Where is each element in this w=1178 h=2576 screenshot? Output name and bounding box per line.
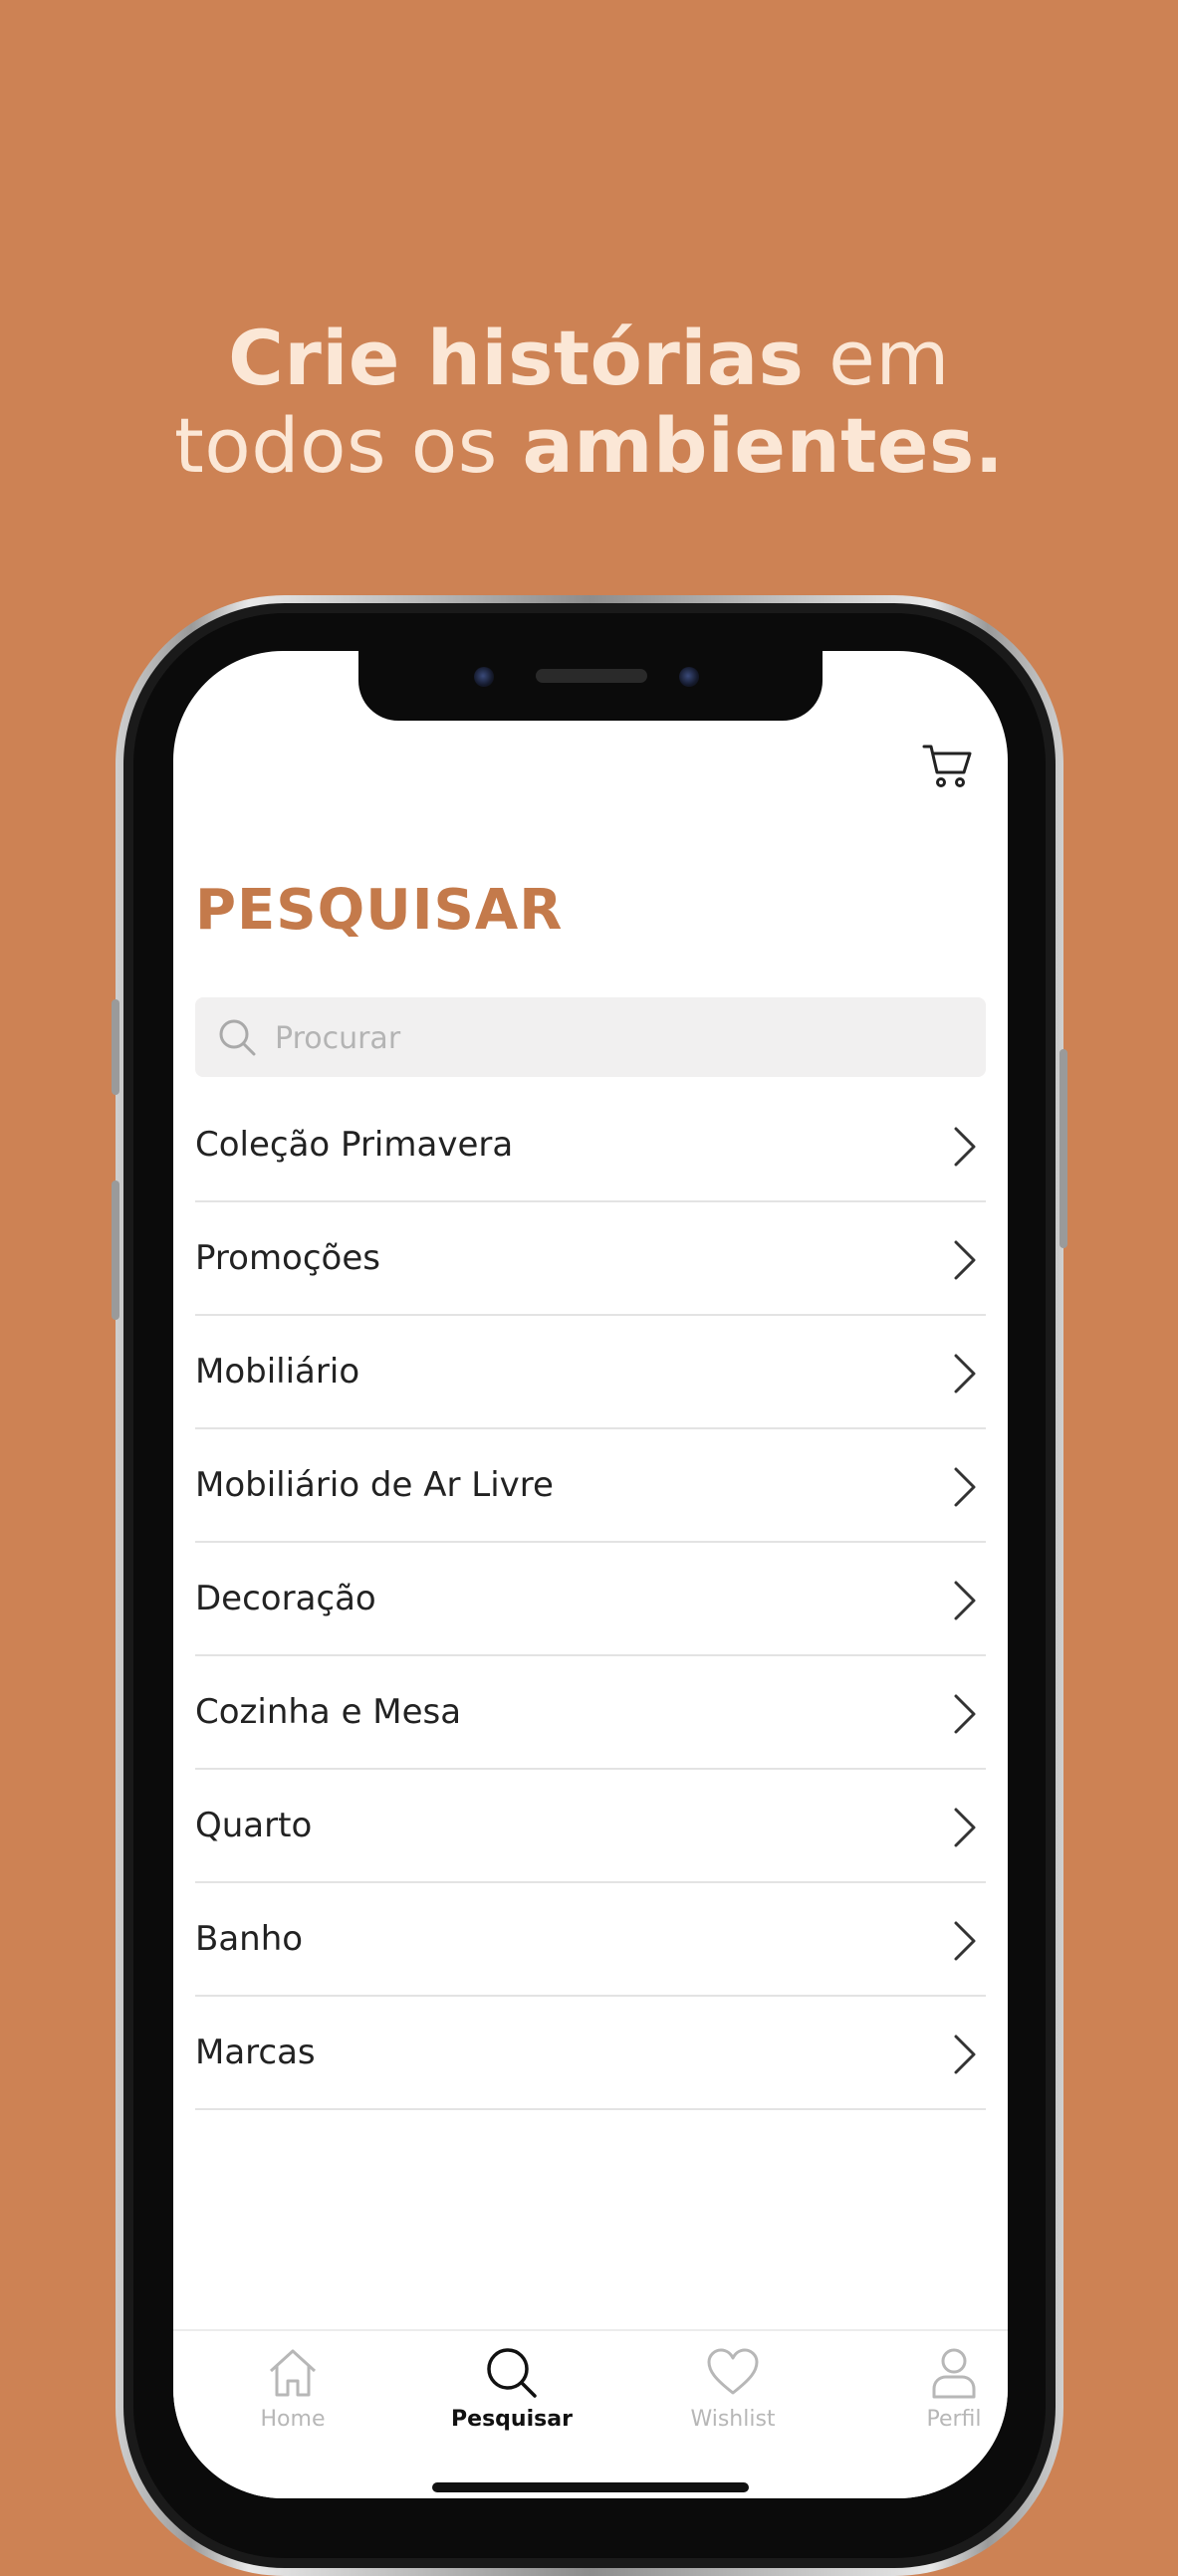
list-item-marcas[interactable]: Marcas	[195, 1997, 986, 2110]
tab-pesquisar[interactable]: Pesquisar	[422, 2345, 601, 2455]
home-indicator[interactable]	[432, 2482, 749, 2492]
category-list: Coleção Primavera Promoções Mobiliário M…	[195, 1089, 986, 2110]
promo-line-2-bold: ambientes.	[522, 401, 1005, 490]
list-item-quarto[interactable]: Quarto	[195, 1770, 986, 1883]
search-bar[interactable]	[195, 997, 986, 1079]
front-camera	[474, 667, 494, 687]
list-item-decoracao[interactable]: Decoração	[195, 1543, 986, 1656]
home-icon	[269, 2349, 317, 2397]
user-icon	[932, 2348, 976, 2399]
tab-perfil[interactable]: Perfil	[864, 2345, 1008, 2455]
earpiece-speaker	[536, 669, 647, 683]
phone-side-button-mute	[112, 999, 119, 1095]
list-item-label: Quarto	[195, 1806, 313, 1845]
list-item-label: Promoções	[195, 1238, 380, 1278]
chevron-right-icon	[954, 2035, 976, 2074]
search-icon	[487, 2348, 537, 2398]
list-item-label: Coleção Primavera	[195, 1125, 514, 1165]
phone-side-button-power	[1060, 1049, 1067, 1248]
tab-home-label: Home	[260, 2407, 326, 2432]
promo-line-1-bold: Crie histórias	[228, 314, 805, 402]
list-item-colecao-primavera[interactable]: Coleção Primavera	[195, 1089, 986, 1202]
phone-notch	[358, 651, 823, 721]
chevron-right-icon	[954, 1581, 976, 1620]
chevron-right-icon	[954, 1240, 976, 1280]
chevron-right-icon	[954, 1127, 976, 1167]
promo-headline: Crie histórias em todos os ambientes.	[0, 315, 1178, 490]
cart-icon	[922, 745, 972, 787]
search-input[interactable]	[273, 997, 964, 1079]
search-icon	[219, 1019, 256, 1056]
tab-wishlist[interactable]: Wishlist	[643, 2345, 823, 2455]
chevron-right-icon	[954, 1354, 976, 1394]
list-item-label: Decoração	[195, 1579, 376, 1618]
chevron-right-icon	[954, 1808, 976, 1847]
chevron-right-icon	[954, 1921, 976, 1961]
list-item-mobiliario[interactable]: Mobiliário	[195, 1316, 986, 1429]
list-item-label: Banho	[195, 1919, 304, 1959]
promo-line-2-light: todos os	[173, 401, 498, 490]
list-item-label: Mobiliário	[195, 1352, 360, 1392]
tab-wishlist-label: Wishlist	[690, 2407, 776, 2432]
promo-line-1: Crie histórias em	[0, 315, 1178, 402]
heart-icon	[707, 2348, 759, 2395]
list-item-banho[interactable]: Banho	[195, 1883, 986, 1997]
list-item-mobiliario-ar-livre[interactable]: Mobiliário de Ar Livre	[195, 1429, 986, 1543]
list-item-cozinha-e-mesa[interactable]: Cozinha e Mesa	[195, 1656, 986, 1770]
tab-bar: Home Pesquisar Wishlist Perfil	[173, 2329, 1008, 2498]
phone-screen: PESQUISAR Coleção Primavera Promoções Mo…	[173, 651, 1008, 2498]
list-item-label: Marcas	[195, 2033, 316, 2072]
chevron-right-icon	[954, 1467, 976, 1507]
list-item-label: Mobiliário de Ar Livre	[195, 1465, 554, 1505]
tab-home[interactable]: Home	[203, 2345, 382, 2455]
list-item-promocoes[interactable]: Promoções	[195, 1202, 986, 1316]
tab-perfil-label: Perfil	[926, 2407, 982, 2432]
chevron-right-icon	[954, 1694, 976, 1734]
page-title: PESQUISAR	[195, 878, 564, 943]
tab-pesquisar-label: Pesquisar	[451, 2407, 573, 2432]
list-item-label: Cozinha e Mesa	[195, 1692, 462, 1732]
promo-line-2: todos os ambientes.	[0, 402, 1178, 490]
face-id-sensor	[679, 667, 699, 687]
promo-line-1-light: em	[828, 314, 950, 402]
cart-button[interactable]	[922, 743, 974, 790]
phone-side-button-volume-up	[112, 1181, 119, 1320]
